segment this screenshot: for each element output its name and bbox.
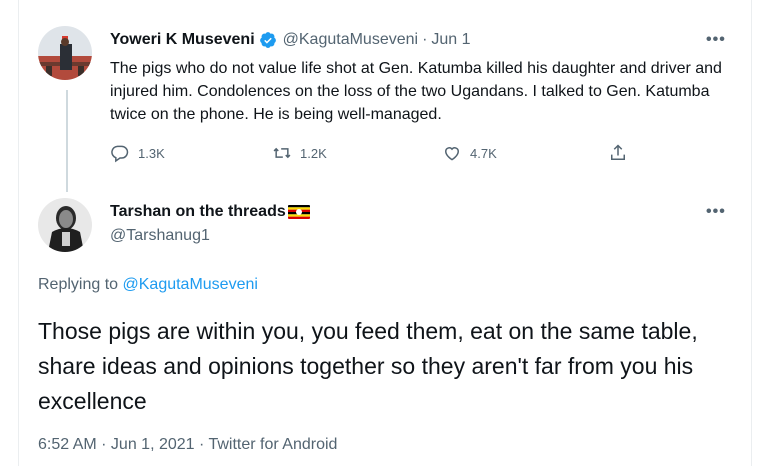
tweet2-text: Those pigs are within you, you feed them…	[38, 318, 698, 414]
tarshan-avatar[interactable]	[38, 198, 92, 252]
retweet-count: 1.2K	[300, 145, 327, 161]
tarshan-avatar-image	[38, 198, 92, 252]
tweet2-author-name[interactable]: Tarshan on the threads	[110, 203, 286, 221]
replying-to-link[interactable]: @KagutaMuseveni	[123, 276, 258, 293]
museveni-avatar[interactable]	[38, 26, 92, 80]
like-heart-icon	[444, 147, 460, 161]
like-button[interactable]: 4.7K	[442, 143, 497, 163]
like-count: 4.7K	[470, 145, 497, 161]
reply-icon	[111, 145, 129, 163]
replying-to-line: Replying to @KagutaMuseveni	[38, 276, 258, 294]
tweet1-date[interactable]: Jun 1	[431, 31, 470, 49]
retweet-icon	[273, 147, 291, 159]
uganda-flag-icon	[287, 205, 310, 219]
tweet2-header: Tarshan on the threads	[110, 203, 310, 221]
tweet1-text: The pigs who do not value life shot at G…	[110, 60, 722, 123]
reply-count: 1.3K	[138, 145, 165, 161]
tweet1-separator: ·	[422, 31, 428, 48]
thread-connector-line	[66, 90, 68, 192]
tweet2-more-icon[interactable]: •••	[706, 203, 726, 221]
share-icon	[611, 144, 625, 160]
replying-prefix: Replying to	[38, 276, 123, 293]
reply-button[interactable]: 1.3K	[110, 143, 165, 163]
tweet1-header: Yoweri K Museveni @KagutaMuseveni · Jun …	[110, 31, 471, 49]
tweet1-author-name[interactable]: Yoweri K Museveni	[110, 31, 255, 49]
retweet-button[interactable]: 1.2K	[272, 143, 327, 163]
tweet1-more-icon[interactable]: •••	[706, 31, 726, 49]
tweet1-handle[interactable]: @KagutaMuseveni	[283, 31, 418, 49]
museveni-avatar-image	[38, 26, 92, 80]
share-button[interactable]	[608, 143, 636, 163]
tweet2-handle[interactable]: @Tarshanug1	[110, 227, 210, 245]
tweet1-action-bar: 1.3K 1.2K 4.7K	[110, 143, 670, 167]
tweet2-timestamp-meta[interactable]: 6:52 AM · Jun 1, 2021 · Twitter for Andr…	[38, 436, 337, 454]
verified-badge-icon	[259, 31, 277, 49]
